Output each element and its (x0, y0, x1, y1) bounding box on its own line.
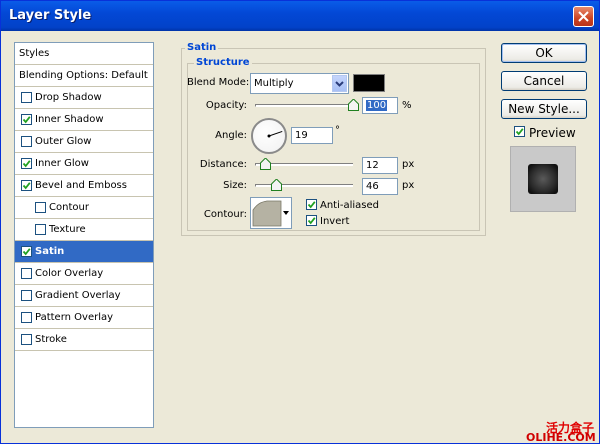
chevron-down-icon[interactable] (332, 75, 347, 92)
distance-field[interactable]: 12 (362, 157, 398, 174)
window-title: Layer Style (9, 8, 92, 23)
style-item-satin[interactable]: Satin (15, 241, 153, 263)
style-item-texture[interactable]: Texture (15, 219, 153, 241)
style-item-label: Gradient Overlay (35, 290, 121, 301)
opacity-label: Opacity: (205, 100, 247, 111)
title-bar[interactable]: Layer Style (1, 1, 599, 31)
style-preview-thumbnail (510, 146, 576, 212)
style-item-contour[interactable]: Contour (15, 197, 153, 219)
distance-slider-thumb[interactable] (260, 158, 272, 170)
opacity-unit: % (402, 100, 412, 111)
style-item-label: Outer Glow (35, 136, 92, 147)
style-item-label: Satin (35, 246, 65, 257)
preview-swatch-icon (528, 164, 558, 194)
contour-picker[interactable] (250, 197, 292, 229)
opacity-value: 100 (366, 100, 388, 111)
style-item-label: Pattern Overlay (35, 312, 114, 323)
invert-label: Invert (320, 216, 350, 227)
size-unit: px (402, 180, 415, 191)
style-item-checkbox[interactable] (35, 224, 46, 235)
style-item-checkbox[interactable] (21, 268, 32, 279)
anti-aliased-checkbox[interactable] (306, 199, 317, 210)
style-item-color-overlay[interactable]: Color Overlay (15, 263, 153, 285)
blend-mode-select[interactable]: Multiply (250, 73, 349, 94)
style-item-checkbox[interactable] (21, 180, 32, 191)
style-item-label: Styles (19, 48, 50, 59)
opacity-slider-thumb[interactable] (348, 99, 359, 111)
opacity-slider-track[interactable] (255, 104, 355, 107)
blend-mode-value: Multiply (254, 78, 294, 89)
preview-label: Preview (529, 126, 576, 140)
satin-group-title: Satin (185, 42, 219, 53)
style-item-checkbox[interactable] (21, 312, 32, 323)
style-item-bevel-and-emboss[interactable]: Bevel and Emboss (15, 175, 153, 197)
blend-mode-label: Blend Mode: (187, 77, 250, 88)
size-field[interactable]: 46 (362, 178, 398, 195)
satin-color-swatch[interactable] (353, 74, 385, 92)
layer-style-dialog: Layer Style Styles Blending Options: Defa… (0, 0, 600, 444)
style-item-checkbox[interactable] (21, 158, 32, 169)
style-item-label: Stroke (35, 334, 67, 345)
new-style-button[interactable]: New Style... (501, 99, 587, 119)
style-item-label: Drop Shadow (35, 92, 102, 103)
style-item-inner-glow[interactable]: Inner Glow (15, 153, 153, 175)
angle-needle (267, 130, 283, 138)
close-button[interactable] (573, 6, 594, 27)
style-item-stroke[interactable]: Stroke (15, 329, 153, 351)
cancel-button[interactable]: Cancel (501, 71, 587, 91)
distance-label: Distance: (199, 159, 247, 170)
angle-field[interactable]: 19 (291, 127, 333, 144)
style-item-blending-options-default[interactable]: Blending Options: Default (15, 65, 153, 87)
structure-group-title: Structure (194, 57, 252, 68)
angle-label: Angle: (215, 130, 247, 141)
style-item-label: Bevel and Emboss (35, 180, 127, 191)
style-item-checkbox[interactable] (35, 202, 46, 213)
style-item-styles[interactable]: Styles (15, 43, 153, 65)
anti-aliased-label: Anti-aliased (320, 200, 380, 211)
style-item-checkbox[interactable] (21, 92, 32, 103)
style-item-checkbox[interactable] (21, 246, 32, 257)
style-item-pattern-overlay[interactable]: Pattern Overlay (15, 307, 153, 329)
opacity-field[interactable]: 100 (362, 97, 398, 114)
style-item-outer-glow[interactable]: Outer Glow (15, 131, 153, 153)
style-item-checkbox[interactable] (21, 290, 32, 301)
style-item-checkbox[interactable] (21, 136, 32, 147)
style-item-label: Inner Glow (35, 158, 89, 169)
style-item-label: Color Overlay (35, 268, 104, 279)
size-label: Size: (223, 180, 247, 191)
angle-unit: ° (335, 125, 340, 136)
style-item-label: Blending Options: Default (19, 70, 148, 81)
size-slider-thumb[interactable] (270, 179, 282, 191)
style-item-inner-shadow[interactable]: Inner Shadow (15, 109, 153, 131)
style-item-label: Texture (49, 224, 86, 235)
style-item-gradient-overlay[interactable]: Gradient Overlay (15, 285, 153, 307)
ok-button[interactable]: OK (501, 43, 587, 63)
style-item-drop-shadow[interactable]: Drop Shadow (15, 87, 153, 109)
contour-label: Contour: (203, 209, 247, 220)
preview-checkbox[interactable] (514, 126, 525, 137)
style-item-checkbox[interactable] (21, 334, 32, 345)
close-icon (578, 11, 589, 22)
style-item-label: Inner Shadow (35, 114, 104, 125)
watermark-logo-url: OLIHE.COM (526, 431, 596, 444)
styles-list: Styles Blending Options: Default Drop Shad… (14, 42, 154, 428)
style-item-label: Contour (49, 202, 89, 213)
invert-checkbox[interactable] (306, 215, 317, 226)
style-item-checkbox[interactable] (21, 114, 32, 125)
contour-curve-icon (252, 198, 291, 228)
distance-unit: px (402, 159, 415, 170)
angle-dial[interactable] (251, 118, 287, 154)
